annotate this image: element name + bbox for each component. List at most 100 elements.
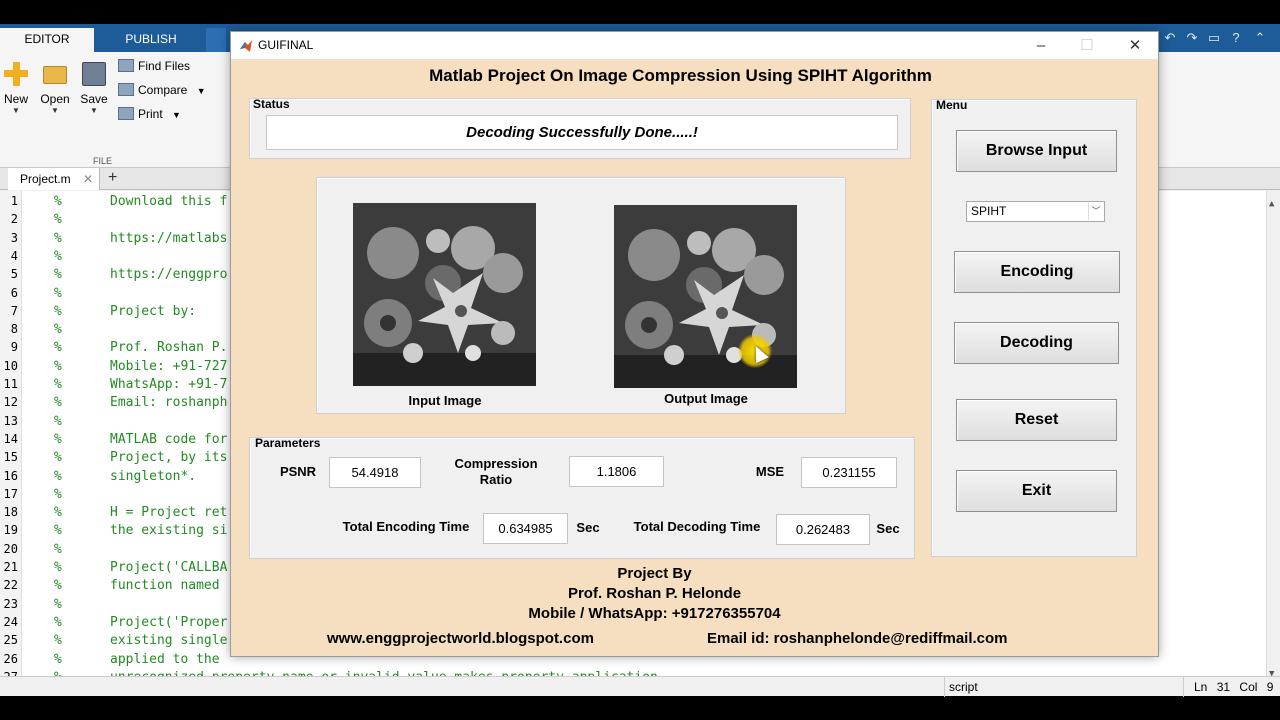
line-number: 12	[3, 395, 18, 410]
comment-marker: %	[54, 505, 62, 521]
compare-button[interactable]: Compare ▼	[118, 80, 206, 100]
line-number: 10	[3, 358, 18, 373]
credit-website: www.enggprojectworld.blogspot.com	[327, 630, 594, 647]
col-value: 9	[1266, 680, 1274, 694]
line-number: 2	[10, 212, 18, 227]
line-number: 16	[3, 468, 18, 483]
input-image-caption: Input Image	[408, 393, 482, 408]
line-number: 24	[3, 614, 18, 629]
tab-editor[interactable]: EDITOR	[0, 28, 94, 52]
comment-marker: %	[54, 377, 62, 392]
line-number: 1	[10, 194, 18, 208]
browse-input-button[interactable]: Browse Input	[956, 130, 1117, 172]
output-image-caption: Output Image	[664, 391, 748, 406]
compare-label: Compare	[138, 83, 188, 97]
redo-icon[interactable]: ↷	[1184, 30, 1200, 46]
encoding-time-label: Total Encoding Time	[342, 519, 470, 534]
close-icon[interactable]: ✕	[83, 168, 93, 190]
comment-marker: %	[54, 230, 62, 246]
method-selected-value: SPIHT	[971, 204, 1007, 218]
encoding-button[interactable]: Encoding	[954, 251, 1120, 293]
psnr-label: PSNR	[279, 464, 317, 479]
vertical-scrollbar[interactable]: ▲ ▼	[1266, 191, 1280, 683]
reset-button[interactable]: Reset	[956, 399, 1117, 441]
close-window-icon[interactable]: ✕	[1125, 36, 1145, 56]
status-message: Decoding Successfully Done.....!	[266, 115, 898, 150]
credit-name: Prof. Roshan P. Helonde	[567, 585, 742, 602]
flower-image-output	[614, 205, 797, 388]
line-number: 3	[10, 230, 18, 245]
input-image	[353, 203, 536, 386]
comment-marker: %	[54, 285, 62, 301]
folder-icon	[43, 66, 67, 84]
line-number: 4	[10, 248, 18, 263]
decoding-time-label: Total Decoding Time	[633, 519, 761, 534]
comment-marker: %	[54, 194, 62, 209]
compression-ratio-label-line2: Ratio	[479, 472, 513, 487]
maximize-icon[interactable]: ☐	[1077, 36, 1097, 56]
code-line: existing single	[110, 633, 228, 649]
file-tab-project[interactable]: Project.m ✕	[8, 168, 100, 190]
col-label: Col	[1239, 680, 1258, 694]
compression-ratio-label-line1: Compression	[454, 456, 538, 471]
new-tab-plus-icon[interactable]: +	[108, 168, 117, 188]
method-dropdown[interactable]: SPIHT ﹀	[966, 201, 1105, 222]
collapse-icon[interactable]: ⌃	[1252, 30, 1268, 46]
chevron-down-icon: ▼	[51, 106, 59, 115]
new-button[interactable]: New ▼	[0, 58, 36, 116]
comment-marker: %	[54, 541, 62, 557]
comment-marker: %	[54, 486, 62, 502]
line-number: 20	[3, 541, 18, 556]
file-section-label: FILE	[92, 156, 112, 166]
save-button[interactable]: Save ▼	[74, 58, 114, 116]
printer-icon	[118, 107, 134, 120]
undo-icon[interactable]: ↶	[1162, 30, 1178, 46]
code-line: Email: roshanph	[110, 395, 228, 411]
code-line: Prof. Roshan P.	[110, 340, 228, 356]
code-line: Project, by its	[110, 450, 228, 466]
save-label: Save	[80, 92, 108, 106]
help-icon[interactable]: ?	[1228, 30, 1244, 46]
guifinal-window: GUIFINAL – ☐ ✕ Matlab Project On Image C…	[230, 31, 1159, 657]
tab-view[interactable]	[206, 28, 226, 52]
open-button[interactable]: Open ▼	[35, 58, 75, 116]
comment-marker: %	[54, 651, 62, 667]
comment-marker: %	[54, 614, 62, 630]
flower-image-input	[353, 203, 536, 386]
comment-marker: %	[54, 450, 62, 466]
print-button[interactable]: Print ▼	[118, 104, 181, 124]
line-number: 22	[3, 578, 18, 593]
decoding-button[interactable]: Decoding	[954, 322, 1119, 364]
tab-publish[interactable]: PUBLISH	[98, 28, 204, 52]
line-number: 8	[10, 322, 18, 337]
exit-button[interactable]: Exit	[956, 470, 1117, 512]
line-number: 23	[3, 596, 18, 611]
code-line: the existing si	[110, 523, 228, 539]
ln-label: Ln	[1194, 680, 1208, 694]
encoding-time-unit: Sec	[576, 520, 600, 535]
code-line: WhatsApp: +91-7	[110, 377, 228, 392]
comment-marker: %	[54, 596, 62, 612]
chevron-down-icon: ▼	[196, 86, 206, 96]
line-number: 26	[3, 651, 18, 666]
line-number: 7	[10, 303, 18, 318]
comment-marker: %	[54, 560, 62, 575]
ln-value: 31	[1216, 680, 1231, 694]
minimize-icon[interactable]: –	[1031, 36, 1051, 56]
decoding-time-field: 0.262483	[776, 514, 870, 545]
find-files-button[interactable]: Find Files	[118, 56, 190, 76]
scroll-up-icon[interactable]: ▲	[1269, 199, 1274, 209]
window-title-bar[interactable]: GUIFINAL – ☐ ✕	[231, 32, 1158, 59]
credit-mobile: Mobile / WhatsApp: +917276355704	[528, 605, 781, 622]
find-files-icon	[118, 59, 134, 72]
encoding-time-field: 0.634985	[483, 513, 568, 544]
decoding-time-unit: Sec	[876, 521, 900, 536]
code-line: Download this f	[110, 194, 228, 209]
image-panel: Input Image Output Image	[316, 177, 846, 414]
menu-panel-label: Menu	[936, 98, 968, 112]
code-line: Project('Proper	[110, 614, 228, 630]
comment-marker: %	[54, 431, 62, 447]
window-layout-icon[interactable]: ▭	[1206, 30, 1222, 46]
code-line: Project('CALLBA	[110, 560, 228, 575]
comment-marker: %	[54, 633, 62, 649]
